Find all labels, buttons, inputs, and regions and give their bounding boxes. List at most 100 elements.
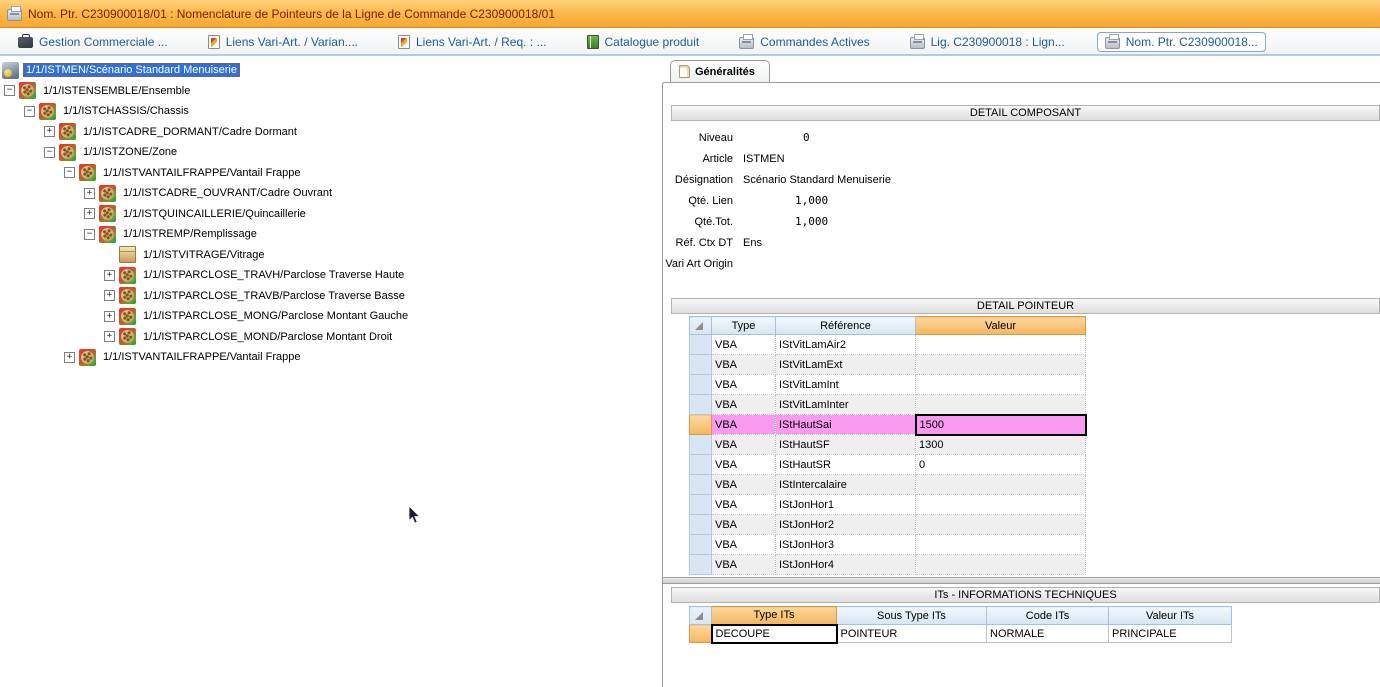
its-cell[interactable]: POINTEUR bbox=[837, 625, 987, 643]
column-header-type-its[interactable]: Type ITs bbox=[712, 607, 837, 625]
tree-item[interactable]: −1/1/ISTZONE/Zone bbox=[0, 142, 659, 163]
cell-valeur[interactable] bbox=[916, 475, 1086, 495]
row-header-cell[interactable] bbox=[690, 495, 712, 515]
document-tab-6[interactable]: Nom. Ptr. C230900018... bbox=[1097, 32, 1266, 52]
cell-reference[interactable]: IStJonHor1 bbox=[776, 495, 916, 515]
tree-item[interactable]: +1/1/ISTQUINCAILLERIE/Quincaillerie bbox=[0, 204, 659, 225]
column-header-code-its[interactable]: Code ITs bbox=[987, 607, 1109, 625]
row-header-cell[interactable] bbox=[690, 535, 712, 555]
cell-type[interactable]: VBA bbox=[712, 555, 776, 575]
cell-reference[interactable]: IStVitLamInt bbox=[776, 375, 916, 395]
cell-type[interactable]: VBA bbox=[712, 495, 776, 515]
column-header-valeur[interactable]: Valeur bbox=[916, 317, 1086, 335]
cell-valeur-editing[interactable]: 1500 bbox=[916, 415, 1086, 435]
its-cell[interactable]: DECOUPE bbox=[712, 625, 837, 643]
document-tab-5[interactable]: Lig. C230900018 : Lign... bbox=[902, 32, 1073, 52]
document-tab-1[interactable]: Liens Vari-Art. / Varian.... bbox=[200, 32, 366, 52]
cell-reference[interactable]: IStVitLamExt bbox=[776, 355, 916, 375]
collapse-minus-icon[interactable]: − bbox=[4, 85, 15, 96]
row-header-cell[interactable] bbox=[690, 335, 712, 355]
tree-item[interactable]: +1/1/ISTVANTAILFRAPPE/Vantail Frappe bbox=[0, 347, 659, 368]
cell-reference[interactable]: IStJonHor2 bbox=[776, 515, 916, 535]
column-header-référence[interactable]: Référence bbox=[776, 317, 916, 335]
cell-reference[interactable]: IStIntercalaire bbox=[776, 475, 916, 495]
cell-type[interactable]: VBA bbox=[712, 435, 776, 455]
expand-plus-icon[interactable]: + bbox=[104, 331, 115, 342]
cell-valeur[interactable] bbox=[916, 335, 1086, 355]
cell-reference[interactable]: IStVitLamAir2 bbox=[776, 335, 916, 355]
tree-item[interactable]: −1/1/ISTVANTAILFRAPPE/Vantail Frappe bbox=[0, 163, 659, 184]
tree-item[interactable]: −1/1/ISTENSEMBLE/Ensemble bbox=[0, 81, 659, 102]
expand-plus-icon[interactable]: + bbox=[84, 208, 95, 219]
row-header-cell[interactable] bbox=[690, 475, 712, 495]
cell-valeur[interactable]: 0 bbox=[916, 455, 1086, 475]
section-splitter[interactable] bbox=[663, 577, 1380, 584]
expand-plus-icon[interactable]: + bbox=[104, 311, 115, 322]
grid-corner-cell[interactable] bbox=[690, 607, 712, 625]
cell-type[interactable]: VBA bbox=[712, 395, 776, 415]
tree-item[interactable]: −1/1/ISTCHASSIS/Chassis bbox=[0, 101, 659, 122]
its-cell[interactable]: NORMALE bbox=[987, 625, 1109, 643]
row-header-cell[interactable] bbox=[690, 375, 712, 395]
document-tab-4[interactable]: Commandes Actives bbox=[731, 32, 877, 52]
tree-item[interactable]: +1/1/ISTPARCLOSE_MONG/Parclose Montant G… bbox=[0, 306, 659, 327]
cell-valeur[interactable] bbox=[916, 355, 1086, 375]
collapse-minus-icon[interactable]: − bbox=[64, 167, 75, 178]
cell-reference[interactable]: IStJonHor3 bbox=[776, 535, 916, 555]
tree-item[interactable]: −1/1/ISTREMP/Remplissage bbox=[0, 224, 659, 245]
document-tab-2[interactable]: Liens Vari-Art. / Req. : ... bbox=[390, 32, 555, 52]
cell-type[interactable]: VBA bbox=[712, 335, 776, 355]
expand-plus-icon[interactable]: + bbox=[44, 126, 55, 137]
grid-corner-cell[interactable] bbox=[690, 317, 712, 335]
expand-plus-icon[interactable]: + bbox=[64, 352, 75, 363]
column-header-valeur-its[interactable]: Valeur ITs bbox=[1109, 607, 1232, 625]
tree-item[interactable]: +1/1/ISTCADRE_OUVRANT/Cadre Ouvrant bbox=[0, 183, 659, 204]
cell-valeur[interactable]: 1300 bbox=[916, 435, 1086, 455]
cell-reference[interactable]: IStVitLamInter bbox=[776, 395, 916, 415]
collapse-minus-icon[interactable]: − bbox=[24, 106, 35, 117]
tab-generalites[interactable]: Généralités bbox=[670, 60, 770, 82]
collapse-minus-icon[interactable]: − bbox=[84, 229, 95, 240]
cell-valeur[interactable] bbox=[916, 395, 1086, 415]
cell-valeur[interactable] bbox=[916, 495, 1086, 515]
its-cell[interactable]: PRINCIPALE bbox=[1109, 625, 1232, 643]
cell-reference[interactable]: IStHautSR bbox=[776, 455, 916, 475]
expand-plus-icon[interactable]: + bbox=[104, 290, 115, 301]
expand-plus-icon[interactable]: + bbox=[104, 270, 115, 281]
row-header-cell[interactable] bbox=[690, 625, 712, 643]
document-tab-3[interactable]: Catalogue produit bbox=[579, 32, 708, 52]
cell-valeur[interactable] bbox=[916, 375, 1086, 395]
cell-type[interactable]: VBA bbox=[712, 515, 776, 535]
tree-item[interactable]: +1/1/ISTPARCLOSE_TRAVB/Parclose Traverse… bbox=[0, 286, 659, 307]
cell-valeur[interactable] bbox=[916, 535, 1086, 555]
cell-valeur[interactable] bbox=[916, 555, 1086, 575]
document-tab-0[interactable]: Gestion Commerciale ... bbox=[10, 32, 176, 52]
cell-valeur[interactable] bbox=[916, 515, 1086, 535]
row-header-cell[interactable] bbox=[690, 435, 712, 455]
row-header-cell[interactable] bbox=[690, 455, 712, 475]
tree-item[interactable]: 1/1/ISTVITRAGE/Vitrage bbox=[0, 245, 659, 266]
tree-item[interactable]: +1/1/ISTPARCLOSE_TRAVH/Parclose Traverse… bbox=[0, 265, 659, 286]
tree-item[interactable]: +1/1/ISTPARCLOSE_MOND/Parclose Montant D… bbox=[0, 327, 659, 348]
cell-type[interactable]: VBA bbox=[712, 455, 776, 475]
tree-item[interactable]: 1/1/ISTMEN/Scénario Standard Menuiserie bbox=[0, 60, 659, 81]
column-header-sous-type-its[interactable]: Sous Type ITs bbox=[837, 607, 987, 625]
cell-type[interactable]: VBA bbox=[712, 375, 776, 395]
column-header-type[interactable]: Type bbox=[712, 317, 776, 335]
cell-reference[interactable]: IStHautSai bbox=[776, 415, 916, 435]
field-label: Article bbox=[663, 153, 733, 165]
cell-type[interactable]: VBA bbox=[712, 415, 776, 435]
collapse-minus-icon[interactable]: − bbox=[44, 147, 55, 158]
cell-reference[interactable]: IStJonHor4 bbox=[776, 555, 916, 575]
cell-type[interactable]: VBA bbox=[712, 355, 776, 375]
row-header-cell[interactable] bbox=[690, 395, 712, 415]
expand-plus-icon[interactable]: + bbox=[84, 188, 95, 199]
cell-type[interactable]: VBA bbox=[712, 475, 776, 495]
row-header-cell[interactable] bbox=[690, 415, 712, 435]
tree-item[interactable]: +1/1/ISTCADRE_DORMANT/Cadre Dormant bbox=[0, 122, 659, 143]
row-header-cell[interactable] bbox=[690, 515, 712, 535]
row-header-cell[interactable] bbox=[690, 555, 712, 575]
cell-reference[interactable]: IStHautSF bbox=[776, 435, 916, 455]
cell-type[interactable]: VBA bbox=[712, 535, 776, 555]
row-header-cell[interactable] bbox=[690, 355, 712, 375]
